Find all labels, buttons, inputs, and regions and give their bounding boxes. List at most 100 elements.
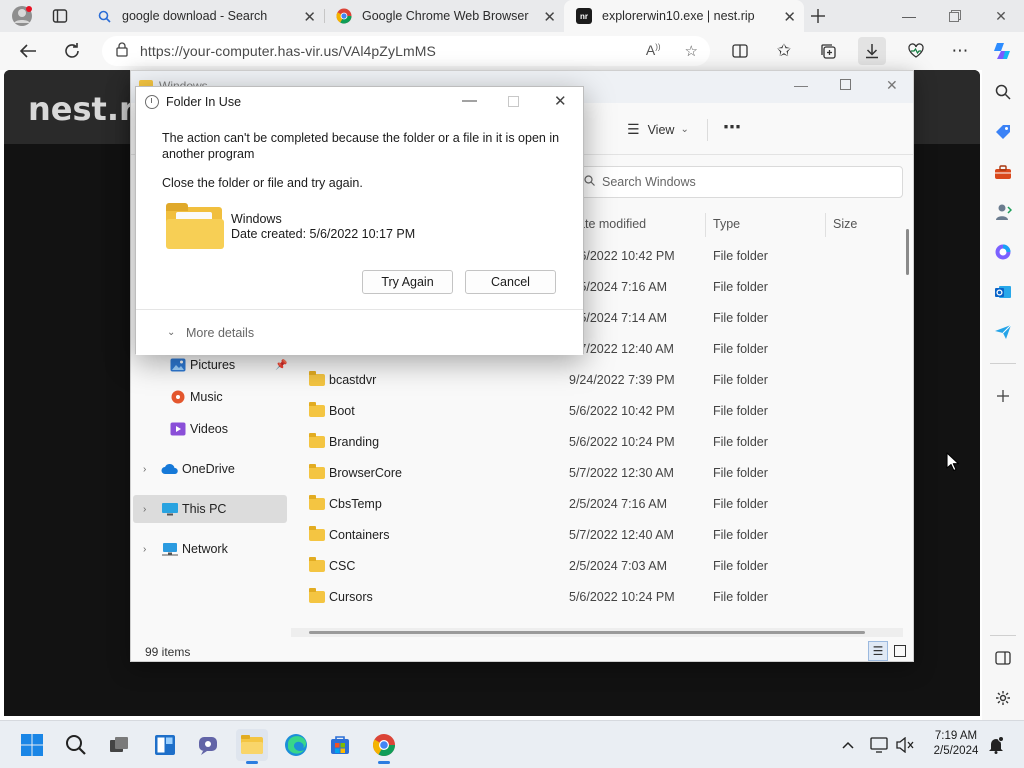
back-button[interactable]: [14, 37, 42, 65]
games-icon[interactable]: [991, 200, 1015, 224]
outlook-icon[interactable]: [991, 280, 1015, 304]
nav-label: This PC: [182, 502, 227, 516]
view-label: View: [647, 122, 675, 137]
refresh-button[interactable]: [58, 37, 86, 65]
sidebar-settings-gear-icon[interactable]: [991, 686, 1015, 710]
add-sidebar-app-icon[interactable]: [991, 384, 1015, 408]
dialog-minimize-icon[interactable]: —: [462, 92, 477, 109]
task-view-button[interactable]: [103, 729, 135, 761]
widgets-button[interactable]: [149, 729, 181, 761]
file-row[interactable]: BrowserCore 5/7/2022 12:30 AM File folde…: [291, 458, 903, 489]
file-row[interactable]: CbsTemp 2/5/2024 7:16 AM File folder: [291, 489, 903, 520]
shopping-tag-icon[interactable]: [991, 120, 1015, 144]
hide-sidebar-icon[interactable]: [991, 646, 1015, 670]
taskbar-clock[interactable]: 7:19 AM 2/5/2024: [930, 729, 982, 759]
nav-item-pictures[interactable]: Pictures 📌: [133, 351, 287, 379]
close-tab-icon[interactable]: ✕: [303, 8, 316, 26]
drop-send-icon[interactable]: [991, 320, 1015, 344]
tools-icon[interactable]: [991, 160, 1015, 184]
column-type[interactable]: Type: [713, 217, 740, 231]
site-logo[interactable]: nest.ri: [28, 90, 146, 128]
tab-google-search[interactable]: google download - Search ✕: [84, 0, 324, 32]
new-tab-button[interactable]: [804, 2, 832, 30]
copilot-icon: [994, 43, 1010, 59]
read-aloud-icon[interactable]: A)): [646, 42, 661, 60]
network-icon: [161, 542, 178, 556]
try-again-button[interactable]: Try Again: [362, 270, 453, 294]
explorer-maximize-icon[interactable]: [840, 77, 851, 93]
pin-icon[interactable]: 📌: [275, 360, 287, 371]
performance-button[interactable]: [902, 37, 930, 65]
file-row[interactable]: bcastdvr 9/24/2022 7:39 PM File folder: [291, 365, 903, 396]
file-row[interactable]: Boot 5/6/2022 10:42 PM File folder: [291, 396, 903, 427]
nav-item-onedrive[interactable]: › OneDrive: [133, 455, 287, 483]
file-row[interactable]: Containers 5/7/2022 12:40 AM File folder: [291, 520, 903, 551]
file-row[interactable]: Cursors 5/6/2022 10:24 PM File folder: [291, 582, 903, 613]
file-type: File folder: [713, 404, 768, 418]
tab-chrome-download[interactable]: Google Chrome Web Browser ✕: [324, 0, 564, 32]
column-divider[interactable]: [705, 213, 706, 237]
details-view-icon: ☰: [872, 644, 884, 658]
address-bar[interactable]: https://your-computer.has-vir.us/VAl4pZy…: [102, 36, 710, 66]
file-date: 9/24/2022 7:39 PM: [569, 373, 675, 387]
view-menu-button[interactable]: ☰ View ⌄: [627, 121, 689, 138]
chrome-taskbar-button[interactable]: [368, 729, 400, 764]
minimize-button[interactable]: —: [886, 0, 932, 32]
favorite-star-icon[interactable]: ☆: [685, 42, 698, 60]
favorites-button[interactable]: ✩: [770, 37, 798, 65]
file-row[interactable]: CSC 2/5/2024 7:03 AM File folder: [291, 551, 903, 582]
explorer-search-input[interactable]: Search Windows: [577, 166, 903, 198]
search-icon[interactable]: [991, 80, 1015, 104]
nav-item-this-pc[interactable]: › This PC: [133, 495, 287, 523]
file-row[interactable]: Branding 5/6/2022 10:24 PM File folder: [291, 427, 903, 458]
show-hidden-icons-button[interactable]: [838, 729, 858, 761]
more-options-icon[interactable]: ⋯: [723, 117, 741, 138]
horizontal-scrollbar-thumb[interactable]: [309, 631, 865, 634]
vertical-scrollbar[interactable]: [904, 211, 912, 625]
microsoft-365-icon[interactable]: [991, 240, 1015, 264]
dialog-close-icon[interactable]: ✕: [554, 92, 567, 110]
collections-button[interactable]: [814, 37, 842, 65]
network-tray-button[interactable]: [868, 729, 890, 761]
edge-taskbar-button[interactable]: [280, 729, 312, 761]
tiles-view-button[interactable]: [890, 641, 910, 661]
teams-chat-button[interactable]: [192, 729, 224, 761]
cancel-button[interactable]: Cancel: [465, 270, 556, 294]
file-date: 5/6/2022 10:42 PM: [569, 249, 675, 263]
nav-item-network[interactable]: › Network: [133, 535, 287, 563]
restore-button[interactable]: [932, 0, 978, 32]
explorer-minimize-icon[interactable]: —: [794, 77, 808, 93]
profile-avatar-icon[interactable]: [8, 2, 36, 30]
downloads-button[interactable]: [858, 37, 886, 65]
column-divider[interactable]: [825, 213, 826, 237]
start-button[interactable]: [16, 729, 48, 761]
taskbar-search-button[interactable]: [60, 729, 92, 761]
details-view-button[interactable]: ☰: [868, 641, 888, 661]
file-explorer-taskbar-button[interactable]: [236, 729, 268, 764]
split-screen-button[interactable]: [726, 37, 754, 65]
volume-tray-button[interactable]: [894, 729, 916, 761]
column-date-modified[interactable]: Date modified: [569, 217, 703, 231]
explorer-close-icon[interactable]: ✕: [886, 77, 898, 94]
settings-more-button[interactable]: ⋯: [946, 37, 974, 65]
nav-item-videos[interactable]: Videos: [133, 415, 287, 443]
chevron-right-icon[interactable]: ›: [143, 544, 146, 555]
close-tab-icon[interactable]: ✕: [543, 8, 556, 26]
nav-item-music[interactable]: Music: [133, 383, 287, 411]
chevron-right-icon[interactable]: ›: [143, 504, 146, 515]
tab-actions-icon[interactable]: [46, 2, 74, 30]
copilot-button[interactable]: [988, 37, 1016, 65]
column-size[interactable]: Size: [833, 217, 857, 231]
store-taskbar-button[interactable]: [324, 729, 356, 761]
close-window-button[interactable]: ✕: [978, 0, 1024, 32]
navigation-pane: Pictures 📌 Music Videos › OneDrive › Thi…: [131, 351, 291, 621]
notifications-button[interactable]: [984, 729, 1008, 761]
file-name: Cursors: [329, 590, 373, 604]
scrollbar-thumb[interactable]: [906, 229, 909, 275]
tab-nestrip-active[interactable]: nr explorerwin10.exe | nest.rip ✕: [564, 0, 804, 32]
dialog-titlebar[interactable]: Folder In Use — ✕: [136, 87, 583, 117]
close-tab-icon[interactable]: ✕: [783, 8, 796, 26]
chevron-right-icon[interactable]: ›: [143, 464, 146, 475]
chevron-down-icon[interactable]: ⌄: [167, 327, 175, 338]
more-details-toggle[interactable]: More details: [186, 326, 254, 340]
